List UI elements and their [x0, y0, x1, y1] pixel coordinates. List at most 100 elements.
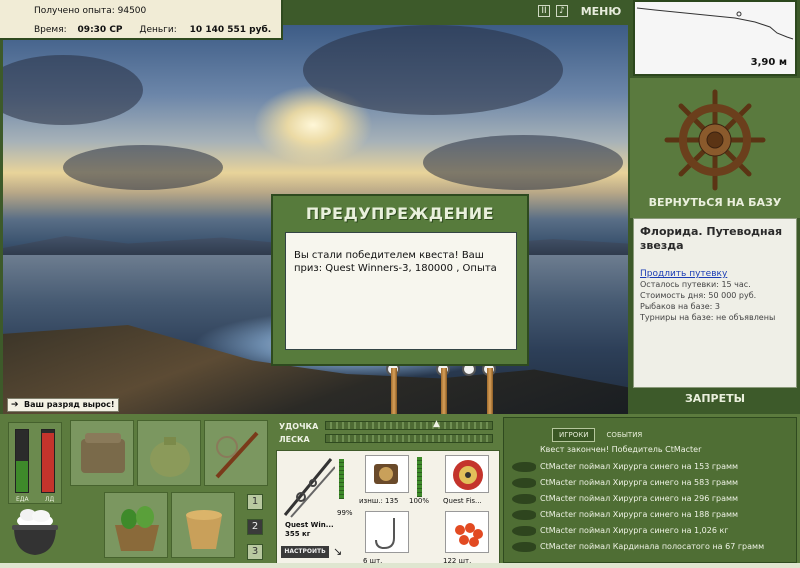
- tackle-panel: 99% Quest Win... 355 кг НАСТРОИТЬ ↘ изнш…: [276, 450, 500, 565]
- event-row: CtMacter поймал Хирурга синего на 296 гр…: [510, 492, 792, 506]
- float-position-marker: [736, 11, 742, 17]
- events-panel: ИГРОКИ СОБЫТИЯ Квест закончен! Победител…: [503, 417, 797, 563]
- bait-slot[interactable]: [445, 511, 489, 553]
- arrow-right-icon: ➔: [11, 400, 19, 410]
- arrow-up-icon: ▲: [433, 419, 440, 429]
- rank-up-message: ➔ Ваш разряд вырос!: [7, 398, 119, 412]
- rod-name: Quest Win...: [285, 521, 334, 529]
- money-label: Деньги:: [139, 25, 177, 35]
- fish-icon: [512, 526, 536, 536]
- return-to-base-button[interactable]: ВЕРНУТЬСЯ НА БАЗУ: [633, 196, 797, 214]
- rod-durability-bar: [339, 459, 344, 499]
- fish-icon: [512, 542, 536, 552]
- landing-net-icon: [215, 431, 259, 479]
- net-slot[interactable]: [204, 420, 268, 486]
- bucket-slot[interactable]: [171, 492, 235, 558]
- dialog-message: Вы стали победителем квеста! Ваш приз: Q…: [285, 232, 517, 350]
- fish-icon: [512, 478, 536, 488]
- line-spool-slot[interactable]: [445, 455, 489, 493]
- food-bar-fill: [16, 461, 28, 492]
- rod-label: УДОЧКА: [279, 422, 319, 431]
- event-row: CtMacter поймал Хирурга синего на 188 гр…: [510, 508, 792, 522]
- rod-stand-1[interactable]: [391, 368, 397, 414]
- depth-value: 3,90 м: [750, 57, 787, 68]
- ice-label: ЛД: [45, 496, 55, 503]
- pause-icon[interactable]: II: [538, 5, 550, 17]
- bottom-tab-strip: [0, 563, 800, 568]
- warning-dialog[interactable]: ПРЕДУПРЕЖДЕНИЕ Вы стали победителем квес…: [271, 194, 529, 366]
- cloud: [3, 55, 143, 125]
- bait-name: Quest Fis...: [443, 497, 482, 505]
- reel-slot[interactable]: [365, 455, 409, 493]
- hook-icon: [375, 518, 395, 550]
- player-info-panel: Получено опыта: 94500 Время: 09:30 СР Де…: [0, 0, 283, 40]
- tab-players[interactable]: ИГРОКИ: [552, 428, 596, 442]
- food-basket-slot[interactable]: [104, 492, 168, 558]
- event-row: CtMacter поймал Хирурга синего на 1,026 …: [510, 524, 792, 538]
- fishers-count: Рыбаков на базе: 3: [640, 302, 720, 311]
- reel-percent: 100%: [409, 497, 430, 505]
- rank-up-text: Ваш разряд вырос!: [24, 400, 115, 409]
- food-bar: [15, 429, 29, 493]
- page-button-2[interactable]: 2: [247, 519, 263, 535]
- event-row: CtMacter поймал Хирурга синего на 583 гр…: [510, 476, 792, 490]
- red-caviar-bait-icon: [455, 523, 483, 547]
- ice-bar-fill: [42, 433, 54, 492]
- bucket-icon: [186, 510, 222, 549]
- tackle-box-slot[interactable]: [70, 420, 134, 486]
- rod-stand-2[interactable]: [441, 368, 447, 414]
- arrow-down-right-icon: ↘: [333, 545, 343, 558]
- reel-icon: [374, 464, 398, 484]
- time-label: Время:: [34, 25, 67, 35]
- time-money-row: Время: 09:30 СР Деньги: 10 140 551 руб.: [34, 25, 271, 35]
- fishing-rod-icon[interactable]: [281, 455, 335, 519]
- day-cost: Стоимость дня: 50 000 руб.: [640, 291, 757, 300]
- location-info-panel: Флорида. Путеводная звезда Продлить путе…: [633, 218, 797, 388]
- experience-label: Получено опыта:: [34, 6, 115, 16]
- reel-durability-bar: [417, 457, 422, 497]
- tournaments-info: Турниры на базе: не объявлены: [640, 313, 776, 322]
- depth-profile: 3,90 м: [633, 0, 797, 76]
- reel-wear: изнш.: 135: [359, 497, 399, 505]
- time-value: 09:30 СР: [77, 25, 123, 35]
- trip-remaining: Осталось путевки: 15 час.: [640, 280, 751, 289]
- cloud: [63, 145, 223, 190]
- setup-button[interactable]: НАСТРОИТЬ: [281, 546, 329, 558]
- line-tension-track: [325, 434, 493, 443]
- rod-tension-track: [325, 421, 493, 430]
- rod-weight: 355 кг: [285, 530, 311, 538]
- event-row: CtMacter поймал Кардинала полосатого на …: [510, 540, 792, 554]
- hook-slot[interactable]: [365, 511, 409, 553]
- fish-icon: [512, 510, 536, 520]
- cloud: [303, 25, 563, 115]
- cauldron-icon[interactable]: [8, 505, 62, 561]
- sound-icon[interactable]: ♪: [556, 5, 568, 17]
- cloud: [423, 135, 623, 190]
- tackle-box-icon: [81, 433, 125, 473]
- money-value: 10 140 551 руб.: [189, 25, 272, 35]
- extend-trip-link[interactable]: Продлить путевку: [640, 269, 790, 279]
- ice-bar: [41, 429, 55, 493]
- experience-row: Получено опыта: 94500: [34, 6, 146, 16]
- vegetable-basket-icon: [115, 506, 159, 551]
- line-spool-icon: [453, 460, 483, 490]
- events-header: Квест закончен! Победитель CtMacter: [540, 445, 702, 454]
- bait-bag-slot[interactable]: [137, 420, 201, 486]
- events-tabs: ИГРОКИ СОБЫТИЯ: [552, 422, 648, 442]
- rod-stand-3[interactable]: [487, 368, 493, 414]
- page-button-1[interactable]: 1: [247, 494, 263, 510]
- location-name: Флорида. Путеводная звезда: [640, 225, 783, 252]
- fish-icon: [512, 494, 536, 504]
- line-label: ЛЕСКА: [279, 435, 310, 444]
- tab-events[interactable]: СОБЫТИЯ: [601, 429, 649, 441]
- ship-wheel-icon[interactable]: [630, 78, 800, 196]
- dialog-title: ПРЕДУПРЕЖДЕНИЕ: [305, 204, 495, 223]
- bans-button[interactable]: ЗАПРЕТЫ: [633, 392, 797, 410]
- experience-value: 94500: [117, 6, 147, 16]
- rod-percent: 99%: [337, 509, 353, 517]
- food-label: ЕДА: [16, 496, 29, 503]
- menu-button[interactable]: МЕНЮ: [579, 1, 623, 23]
- bait-bag-icon: [150, 437, 190, 477]
- event-row: CtMacter поймал Хирурга синего на 153 гр…: [510, 460, 792, 474]
- page-button-3[interactable]: 3: [247, 544, 263, 560]
